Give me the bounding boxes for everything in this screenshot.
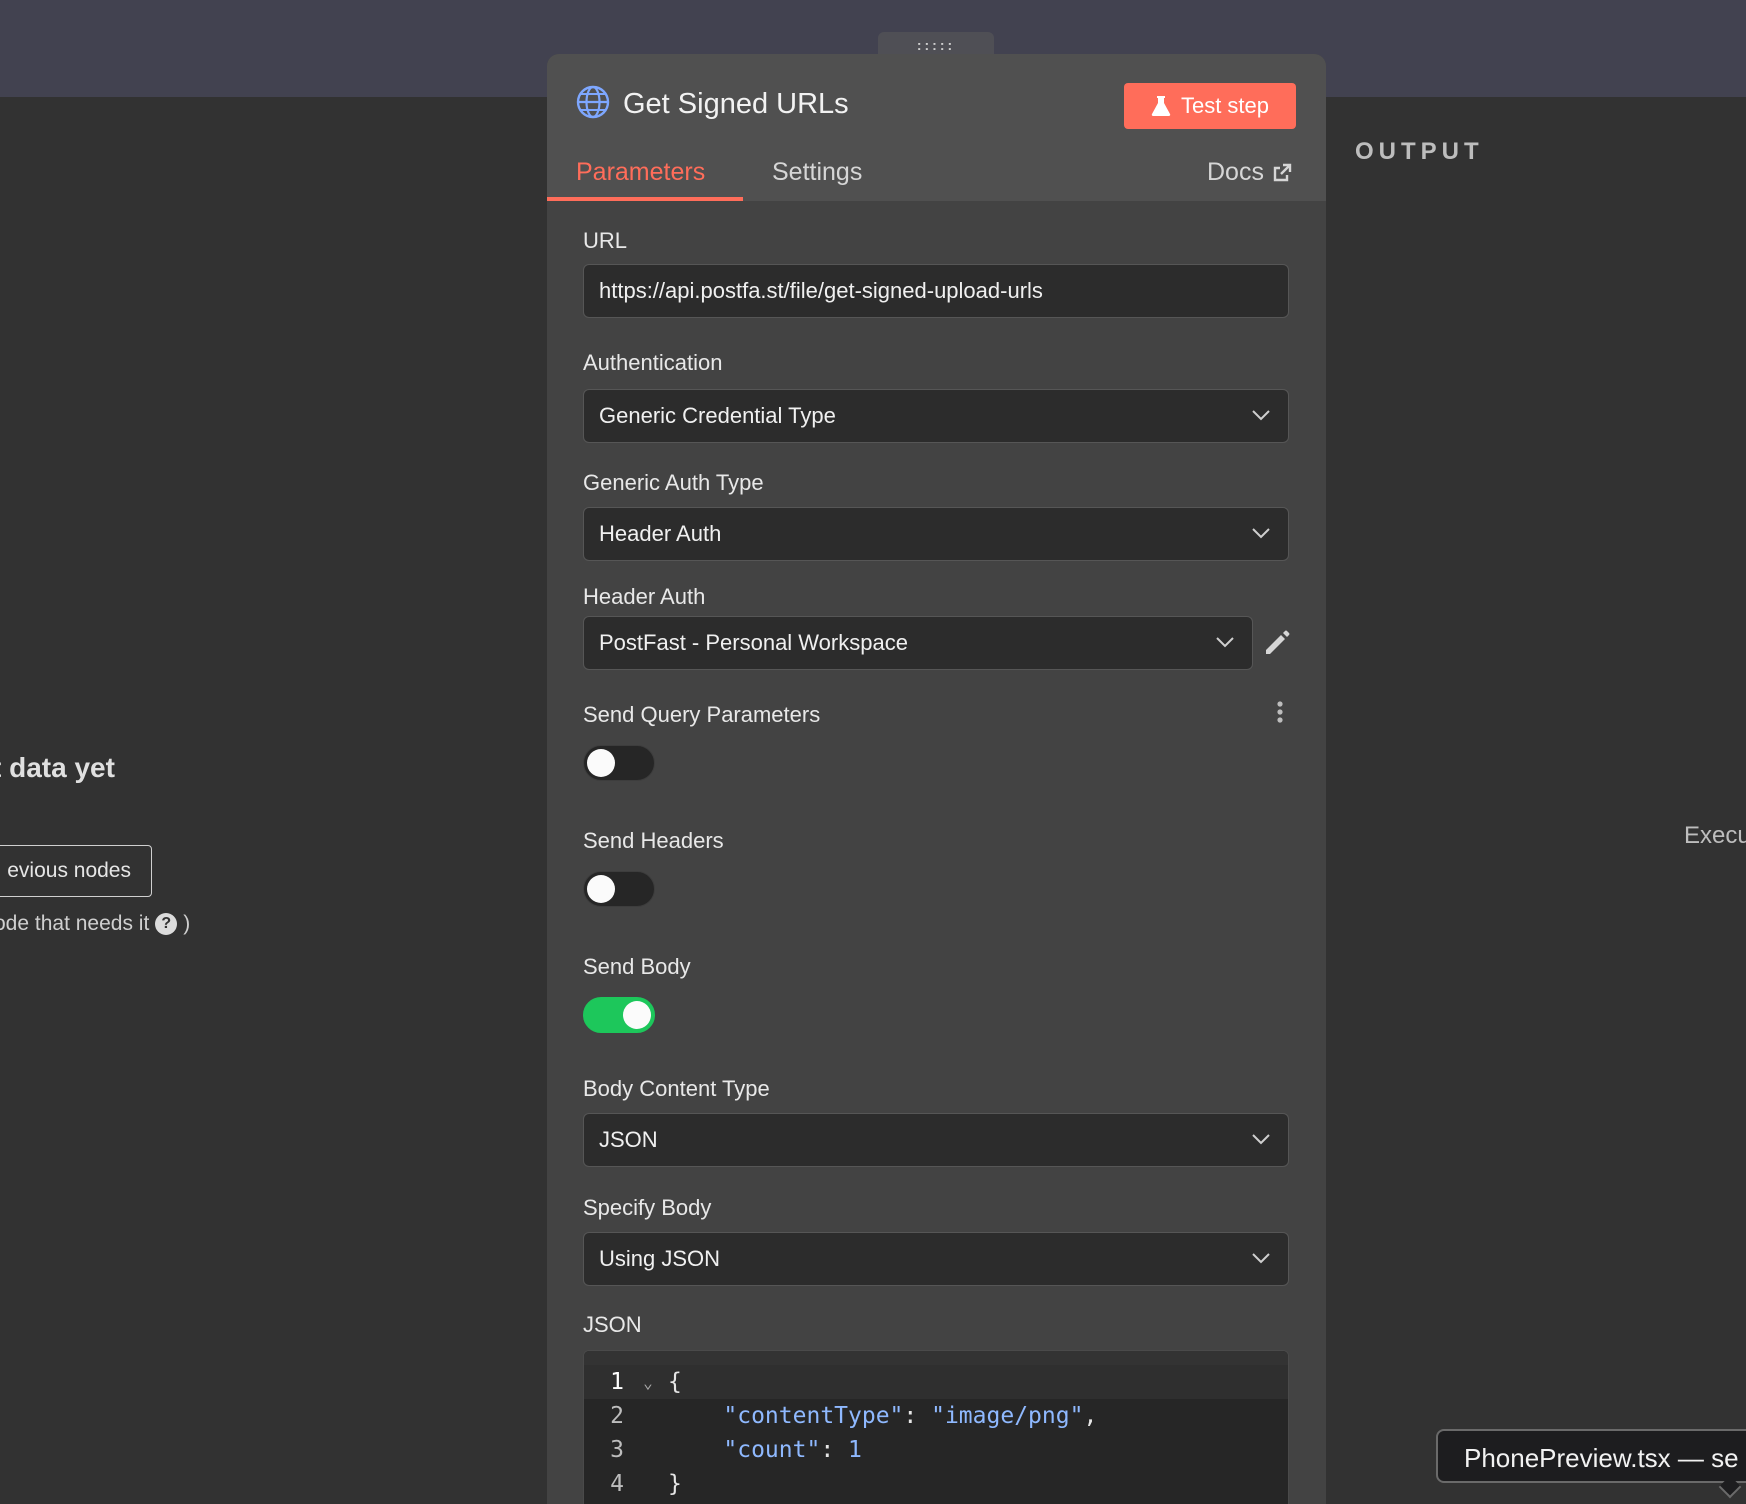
generic-auth-type-label: Generic Auth Type [583, 470, 764, 495]
json-comma: , [1083, 1403, 1098, 1429]
test-step-label: Test step [1180, 93, 1270, 118]
send-headers-toggle[interactable] [583, 871, 655, 907]
header-auth-value: PostFast - Personal Workspace [599, 630, 908, 655]
chevron-down-icon [1252, 1253, 1270, 1264]
specify-body-label: Specify Body [583, 1195, 712, 1220]
authentication-label: Authentication [583, 350, 723, 375]
options-menu-icon[interactable] [1276, 700, 1284, 724]
authentication-value: Generic Credential Type [599, 403, 836, 428]
external-link-icon [1273, 163, 1292, 181]
json-value: "image/png" [931, 1403, 1084, 1429]
tab-parameters[interactable]: Parameters [576, 150, 705, 202]
toggle-knob [623, 1001, 651, 1029]
specify-body-value: Using JSON [599, 1246, 721, 1271]
chevron-down-icon [1252, 1134, 1270, 1145]
generic-auth-type-select[interactable]: Header Auth [583, 507, 1289, 561]
tab-settings[interactable]: Settings [772, 150, 862, 202]
code-line: 1 ⌄ { [584, 1365, 1288, 1399]
panel-header: Get Signed URLs Test step Parameters Set… [547, 54, 1326, 201]
body-content-type-value: JSON [599, 1127, 658, 1152]
chevron-down-icon [1252, 528, 1270, 539]
edit-credential-icon[interactable] [1262, 628, 1292, 658]
fold-chevron-icon[interactable]: ⌄ [628, 1373, 668, 1392]
authentication-select[interactable]: Generic Credential Type [583, 389, 1289, 443]
generic-auth-type-value: Header Auth [599, 521, 722, 546]
input-empty-title: t data yet [0, 752, 115, 783]
active-tab-indicator [547, 197, 743, 201]
code-line: 3 "count": 1 [584, 1433, 1288, 1467]
json-value: 1 [848, 1437, 862, 1463]
execute-previous-nodes-button[interactable]: evious nodes [0, 845, 152, 897]
file-tooltip: PhonePreview.tsx — se [1436, 1429, 1746, 1483]
input-hint-close: ) [183, 912, 191, 935]
line-number: 3 [610, 1437, 624, 1463]
output-pane [1326, 97, 1746, 1504]
json-code-editor[interactable]: 1 ⌄ { 2 "contentType": "image/png", 3 "c… [583, 1350, 1289, 1504]
toggle-knob [587, 749, 615, 777]
node-settings-panel: Get Signed URLs Test step Parameters Set… [547, 54, 1326, 1504]
json-key: "count" [723, 1437, 821, 1463]
url-value: https://api.postfa.st/file/get-signed-up… [599, 278, 1043, 303]
url-input[interactable]: https://api.postfa.st/file/get-signed-up… [583, 264, 1289, 318]
toggle-knob [587, 875, 615, 903]
header-auth-label: Header Auth [583, 584, 706, 609]
specify-body-select[interactable]: Using JSON [583, 1232, 1289, 1286]
input-pane [0, 97, 547, 1504]
body-content-type-select[interactable]: JSON [583, 1113, 1289, 1167]
code-text: "contentType": "image/png", [668, 1403, 1097, 1429]
flask-icon [1151, 96, 1171, 116]
globe-icon [576, 85, 610, 119]
line-number: 1 [610, 1369, 624, 1395]
input-hint-text: ode that needs it [0, 912, 150, 935]
test-step-button[interactable]: Test step [1124, 83, 1296, 129]
json-separator: : [903, 1403, 932, 1429]
url-label: URL [583, 228, 628, 253]
json-separator: : [820, 1437, 849, 1463]
line-number: 4 [610, 1471, 624, 1497]
json-key: "contentType" [723, 1403, 904, 1429]
docs-link[interactable]: Docs [1207, 158, 1292, 187]
docs-label: Docs [1207, 158, 1264, 186]
code-text: } [668, 1471, 682, 1497]
send-headers-label: Send Headers [583, 828, 724, 853]
send-query-parameters-label: Send Query Parameters [583, 702, 821, 727]
code-text: { [668, 1369, 682, 1395]
execute-previous-nodes-label: evious nodes [7, 859, 131, 882]
json-label: JSON [583, 1312, 642, 1337]
node-title[interactable]: Get Signed URLs [623, 88, 849, 121]
input-hint: ode that needs it ? ) [0, 912, 190, 936]
send-body-toggle[interactable] [583, 997, 655, 1033]
send-body-label: Send Body [583, 954, 691, 979]
line-number: 2 [610, 1403, 624, 1429]
body-content-type-label: Body Content Type [583, 1076, 770, 1101]
header-auth-credential-select[interactable]: PostFast - Personal Workspace [583, 616, 1253, 670]
output-exec-text: Execu [1684, 822, 1746, 849]
chevron-down-icon [1216, 637, 1234, 648]
send-query-parameters-toggle[interactable] [583, 745, 655, 781]
editor-top-bar [584, 1351, 1288, 1365]
code-line: 4 } [584, 1467, 1288, 1501]
tooltip-text: PhonePreview.tsx — se [1464, 1443, 1739, 1473]
code-text: "count": 1 [668, 1437, 862, 1463]
output-label: OUTPUT [1355, 138, 1484, 165]
help-icon[interactable]: ? [155, 913, 178, 935]
chevron-down-icon [1252, 410, 1270, 421]
code-line: 2 "contentType": "image/png", [584, 1399, 1288, 1433]
drag-handle-icon: ::::: [916, 37, 956, 53]
